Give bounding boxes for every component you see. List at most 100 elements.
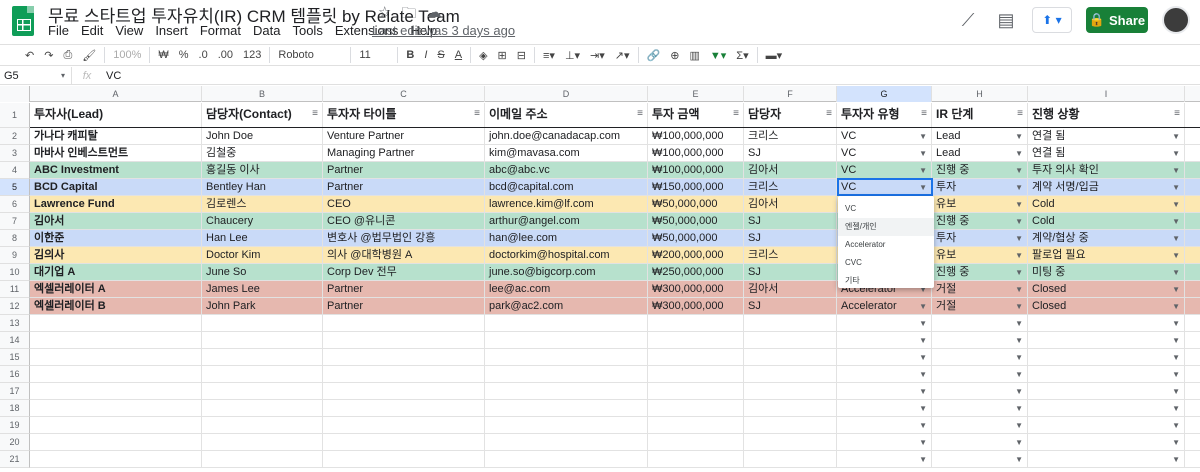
table-cell[interactable] bbox=[1185, 247, 1200, 264]
table-cell[interactable]: 이한준 bbox=[30, 230, 202, 247]
table-cell[interactable]: park@ac2.com bbox=[485, 298, 648, 315]
chevron-down-icon[interactable]: ▼ bbox=[1015, 434, 1023, 450]
row-number[interactable]: 4 bbox=[0, 162, 30, 179]
table-cell[interactable]: ▼ bbox=[837, 349, 932, 366]
table-cell[interactable]: 대기업 A bbox=[30, 264, 202, 281]
fill-color-icon[interactable]: ◈ bbox=[474, 49, 492, 62]
chevron-down-icon[interactable]: ▼ bbox=[1015, 196, 1023, 212]
decrease-decimal-button[interactable]: .0 bbox=[194, 49, 213, 61]
row-number[interactable]: 2 bbox=[0, 128, 30, 145]
borders-icon[interactable]: ⊞ bbox=[493, 49, 512, 62]
table-cell[interactable] bbox=[323, 332, 485, 349]
text-color-button[interactable]: A bbox=[450, 49, 467, 61]
table-cell[interactable]: June So bbox=[202, 264, 323, 281]
table-cell[interactable]: 연결 됨 ▼ bbox=[1028, 128, 1185, 145]
chevron-down-icon[interactable]: ▼ bbox=[919, 145, 927, 161]
chevron-down-icon[interactable]: ▼ bbox=[919, 366, 927, 382]
filter-icon[interactable]: ≡ bbox=[312, 103, 318, 125]
table-cell[interactable] bbox=[744, 349, 837, 366]
chevron-down-icon[interactable]: ▼ bbox=[919, 162, 927, 178]
row-number[interactable]: 17 bbox=[0, 383, 30, 400]
row-number[interactable]: 11 bbox=[0, 281, 30, 298]
avatar[interactable] bbox=[1162, 6, 1190, 34]
table-cell[interactable]: ₩50,000,000 bbox=[648, 196, 744, 213]
sheets-logo-icon[interactable] bbox=[12, 6, 34, 36]
chevron-down-icon[interactable]: ▼ bbox=[1172, 230, 1180, 246]
table-cell[interactable]: ▼ bbox=[1028, 400, 1185, 417]
chevron-down-icon[interactable]: ▼ bbox=[1172, 383, 1180, 399]
select-all-corner[interactable] bbox=[0, 86, 30, 102]
chevron-down-icon[interactable]: ▼ bbox=[1172, 264, 1180, 280]
row-number[interactable]: 13 bbox=[0, 315, 30, 332]
undo-icon[interactable]: ↶ bbox=[20, 49, 39, 62]
table-cell[interactable] bbox=[1185, 196, 1200, 213]
table-cell[interactable]: ▼ bbox=[837, 434, 932, 451]
table-cell[interactable] bbox=[485, 434, 648, 451]
table-cell[interactable]: 유보 ▼ bbox=[932, 196, 1028, 213]
table-cell[interactable]: Lead ▼ bbox=[932, 128, 1028, 145]
table-cell[interactable]: 크리스 bbox=[744, 179, 837, 196]
row-number[interactable]: 19 bbox=[0, 417, 30, 434]
table-cell[interactable]: ₩100,000,000 bbox=[648, 128, 744, 145]
column-header-e[interactable]: E bbox=[648, 86, 744, 102]
table-cell[interactable]: ▼ bbox=[1028, 366, 1185, 383]
table-cell[interactable] bbox=[30, 315, 202, 332]
table-cell[interactable]: ▼ bbox=[932, 434, 1028, 451]
table-cell[interactable] bbox=[1185, 281, 1200, 298]
chevron-down-icon[interactable]: ▼ bbox=[1015, 230, 1023, 246]
table-cell[interactable]: Closed ▼ bbox=[1028, 298, 1185, 315]
table-cell[interactable]: SJ bbox=[744, 145, 837, 162]
row-number[interactable]: 5 bbox=[0, 179, 30, 196]
table-cell[interactable] bbox=[1185, 298, 1200, 315]
table-cell[interactable] bbox=[1185, 366, 1200, 383]
chevron-down-icon[interactable]: ▼ bbox=[1172, 400, 1180, 416]
menu-item-edit[interactable]: Edit bbox=[75, 23, 109, 38]
column-header-c[interactable]: C bbox=[323, 86, 485, 102]
chevron-down-icon[interactable]: ▼ bbox=[1015, 213, 1023, 229]
chevron-down-icon[interactable]: ▼ bbox=[1015, 179, 1023, 195]
chart-icon[interactable]: ▥ bbox=[684, 49, 704, 62]
table-cell[interactable] bbox=[30, 417, 202, 434]
table-cell[interactable]: ▼ bbox=[932, 400, 1028, 417]
table-cell[interactable]: lawrence.kim@lf.com bbox=[485, 196, 648, 213]
chevron-down-icon[interactable]: ▼ bbox=[1172, 162, 1180, 178]
functions-icon[interactable]: Σ▾ bbox=[731, 49, 753, 62]
table-cell[interactable]: Bentley Han bbox=[202, 179, 323, 196]
menu-item-insert[interactable]: Insert bbox=[149, 23, 194, 38]
row-number[interactable]: 14 bbox=[0, 332, 30, 349]
header-cell[interactable]: 투자사(Lead) bbox=[30, 103, 202, 128]
table-cell[interactable]: SJ bbox=[744, 230, 837, 247]
input-tools-icon[interactable]: ▬▾ bbox=[761, 49, 788, 62]
header-cell[interactable]: 이메일 주소 ≡ bbox=[485, 103, 648, 128]
chevron-down-icon[interactable]: ▼ bbox=[1015, 145, 1023, 161]
chevron-down-icon[interactable]: ▼ bbox=[919, 417, 927, 433]
table-cell[interactable]: Han Lee bbox=[202, 230, 323, 247]
table-cell[interactable]: 의사 @대학병원 A bbox=[323, 247, 485, 264]
rotate-icon[interactable]: ↗▾ bbox=[610, 49, 635, 62]
table-cell[interactable] bbox=[202, 366, 323, 383]
table-cell[interactable]: James Lee bbox=[202, 281, 323, 298]
table-cell[interactable]: 유보 ▼ bbox=[932, 247, 1028, 264]
table-cell[interactable]: ▼ bbox=[1028, 417, 1185, 434]
wrap-icon[interactable]: ⇥▾ bbox=[585, 49, 610, 62]
table-cell[interactable]: kim@mavasa.com bbox=[485, 145, 648, 162]
redo-icon[interactable]: ↷ bbox=[39, 49, 58, 62]
chevron-down-icon[interactable]: ▼ bbox=[1015, 383, 1023, 399]
chevron-down-icon[interactable]: ▼ bbox=[1015, 298, 1023, 314]
menu-item-data[interactable]: Data bbox=[247, 23, 286, 38]
table-cell[interactable] bbox=[202, 417, 323, 434]
table-cell[interactable] bbox=[1185, 162, 1200, 179]
zoom-select[interactable]: 100% bbox=[108, 49, 146, 61]
table-cell[interactable]: BCD Capital bbox=[30, 179, 202, 196]
table-cell[interactable] bbox=[30, 383, 202, 400]
chevron-down-icon[interactable]: ▼ bbox=[919, 315, 927, 331]
table-cell[interactable]: 팔로업 필요 ▼ bbox=[1028, 247, 1185, 264]
chevron-down-icon[interactable]: ▼ bbox=[919, 383, 927, 399]
table-cell[interactable] bbox=[1185, 179, 1200, 196]
table-cell[interactable] bbox=[323, 366, 485, 383]
table-cell[interactable] bbox=[744, 315, 837, 332]
table-cell[interactable]: 김아서 bbox=[30, 213, 202, 230]
column-header-h[interactable]: H bbox=[932, 86, 1028, 102]
table-cell[interactable]: VC ▼ bbox=[837, 145, 932, 162]
chevron-down-icon[interactable]: ▼ bbox=[919, 349, 927, 365]
